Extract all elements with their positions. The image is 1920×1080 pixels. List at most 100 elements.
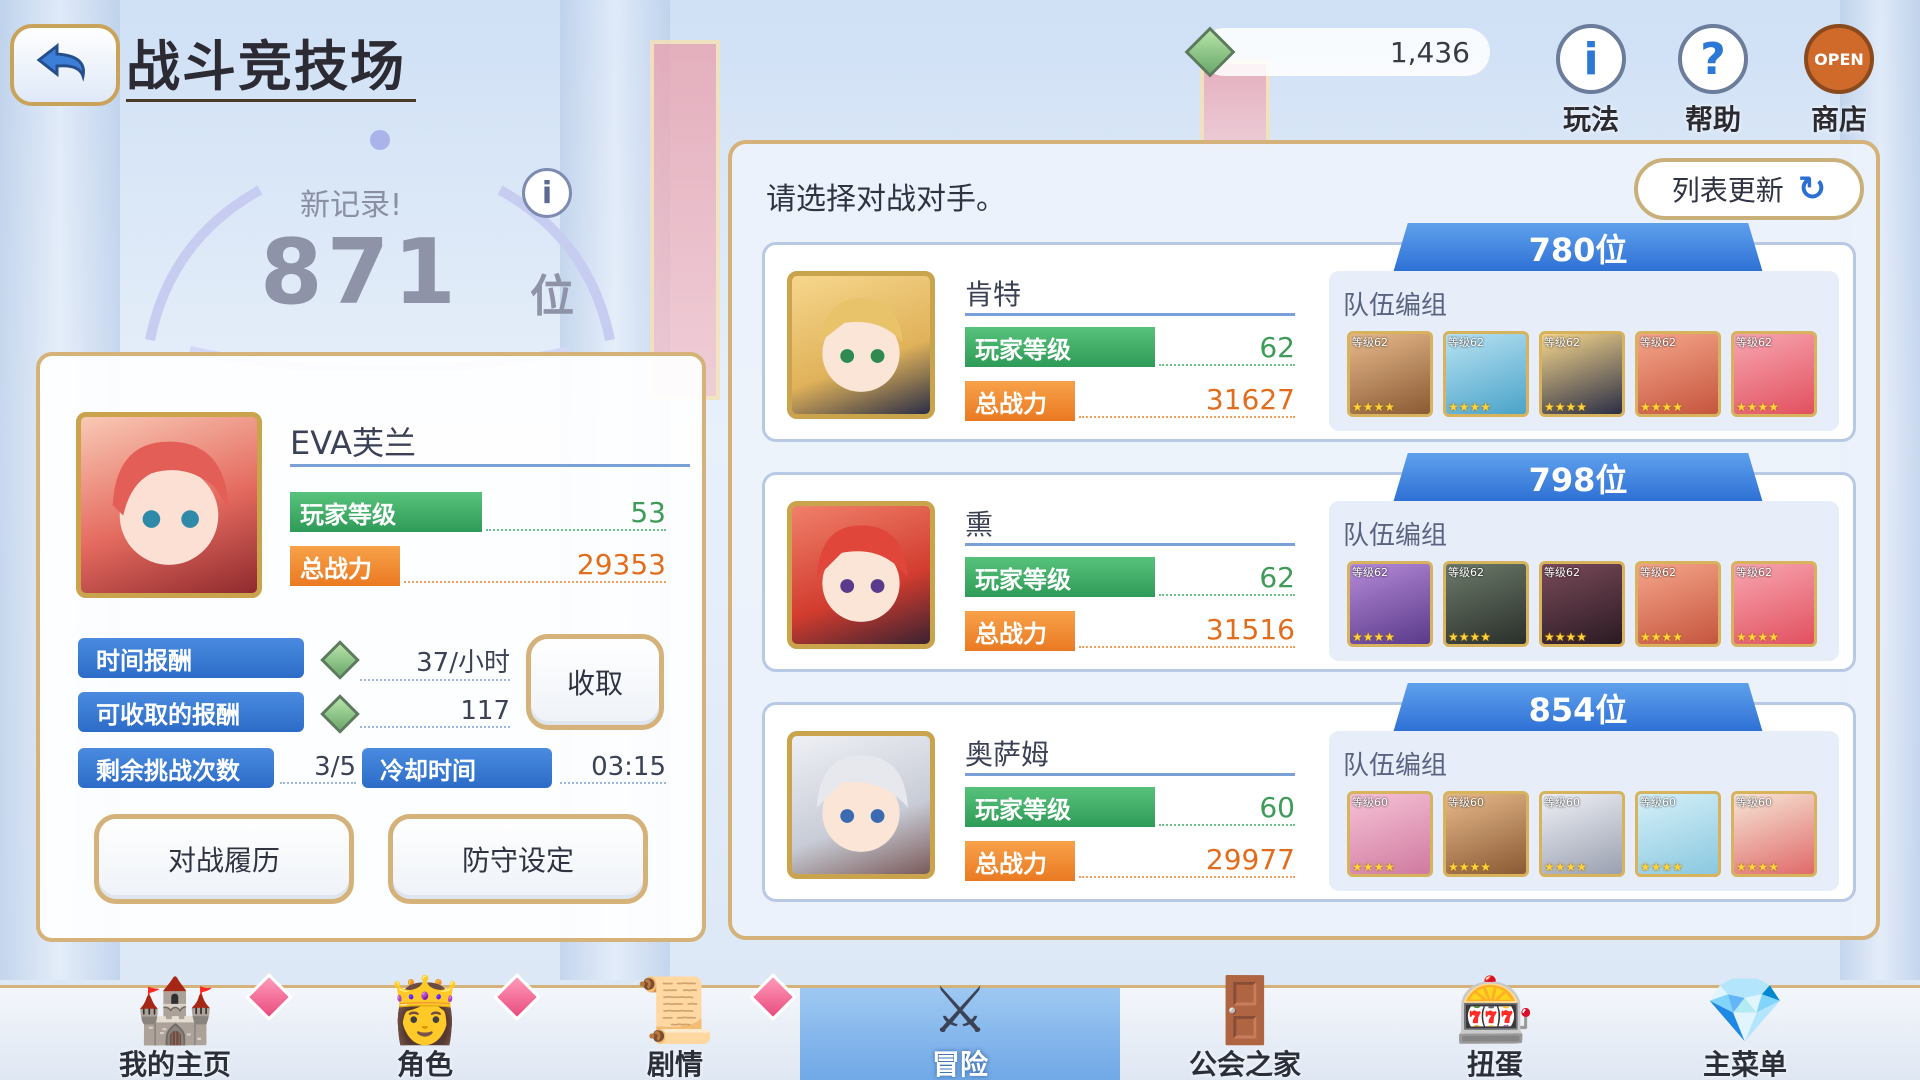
opponent-rank: 780位 (1393, 223, 1763, 273)
info-icon: i (541, 175, 553, 211)
shop-label: 商店 (1810, 103, 1867, 136)
team-box: 队伍编组 等级62 ★★★★ 等级62 ★★★★ 等级62 ★★★★ 等级62 ★★★★… (1329, 501, 1839, 661)
battle-history-button[interactable]: 对战履历 (94, 814, 354, 904)
team-label: 队伍编组 (1343, 751, 1448, 781)
team-unit: 等级60 ★★★★ (1731, 791, 1817, 877)
opponent-panel: 请选择对战对手。 列表更新 ↻ 780位 肯特 玩家等级 62 总战力 3162… (728, 140, 1880, 940)
new-record-label: 新记录! (300, 188, 403, 223)
team-unit: 等级62 ★★★★ (1539, 561, 1625, 647)
opponent-power-value: 29977 (1079, 843, 1295, 878)
team-box: 队伍编组 等级62 ★★★★ 等级62 ★★★★ 等级62 ★★★★ 等级62 ★★★★… (1329, 271, 1839, 431)
opponent-power-label: 总战力 (965, 381, 1075, 421)
player-panel: EVA芙兰 玩家等级 53 总战力 29353 时间报酬 37/小时 可收取的报… (36, 352, 706, 942)
team-unit: 等级60 ★★★★ (1539, 791, 1625, 877)
team-unit: 等级62 ★★★★ (1731, 331, 1817, 417)
opponent-card[interactable]: 780位 肯特 玩家等级 62 总战力 31627 队伍编组 等级62 ★★★★ … (762, 223, 1856, 442)
opponent-power-value: 31516 (1079, 613, 1295, 648)
refresh-label: 列表更新 (1671, 174, 1784, 207)
refresh-list-button[interactable]: 列表更新 ↻ (1634, 158, 1864, 220)
currency-value: 1,436 (1389, 35, 1470, 69)
opponent-name: 肯特 (965, 273, 1295, 316)
opponent-rank: 798位 (1393, 453, 1763, 503)
player-avatar-art (112, 441, 229, 565)
opponent-avatar (787, 501, 935, 649)
currency-display: 1,436 (1184, 26, 1490, 78)
opponent-avatar-art (816, 755, 908, 852)
record-info-button[interactable]: i (522, 168, 572, 218)
team-unit: 等级62 ★★★★ (1443, 331, 1529, 417)
opponent-level-value: 62 (1159, 331, 1295, 366)
player-name: EVA芙兰 (290, 418, 690, 467)
team-unit: 等级60 ★★★★ (1347, 791, 1433, 877)
nav-guild-house[interactable]: 🚪 公会之家 (1120, 979, 1370, 1080)
team-unit: 等级60 ★★★★ (1635, 791, 1721, 877)
player-avatar (76, 412, 262, 598)
collect-button[interactable]: 收取 (526, 634, 664, 730)
character-icon: 👸 (385, 974, 465, 1048)
collectable-reward-label: 可收取的报酬 (78, 692, 304, 732)
nav-story-label: 剧情 (646, 1048, 703, 1080)
opponent-avatar-art (819, 298, 903, 392)
nav-main-menu-label: 主菜单 (1702, 1048, 1787, 1080)
opponent-power-value: 31627 (1079, 383, 1295, 418)
team-unit: 等级62 ★★★★ (1635, 561, 1721, 647)
cooldown-label: 冷却时间 (362, 748, 552, 788)
opponent-level-value: 62 (1159, 561, 1295, 596)
current-rank-unit: 位 (530, 271, 574, 322)
team-unit: 等级62 ★★★★ (1731, 561, 1817, 647)
record-area: 新记录! 871 位 (110, 120, 650, 370)
opponent-level-label: 玩家等级 (965, 787, 1155, 827)
nav-adventure[interactable]: ⚔ 冒险 (800, 979, 1120, 1080)
background-banner (650, 40, 720, 400)
nav-guild-house-label: 公会之家 (1188, 1048, 1301, 1080)
player-level-label: 玩家等级 (290, 492, 482, 532)
page-title: 战斗竞技场 (126, 35, 406, 98)
info-icon: i (1556, 24, 1626, 94)
team-label: 队伍编组 (1343, 291, 1448, 321)
opponent-avatar (787, 271, 935, 419)
remaining-challenges-label: 剩余挑战次数 (78, 748, 274, 788)
cooldown-value: 03:15 (560, 752, 666, 784)
opponent-rank: 854位 (1393, 683, 1763, 733)
opponent-avatar-art (816, 525, 908, 622)
rules-label: 玩法 (1562, 103, 1619, 136)
team-label: 队伍编组 (1343, 521, 1448, 551)
team-unit: 等级62 ★★★★ (1347, 331, 1433, 417)
remaining-challenges-value: 3/5 (280, 752, 356, 784)
nav-gacha[interactable]: 🎰 扭蛋 (1370, 979, 1620, 1080)
help-label: 帮助 (1684, 103, 1741, 136)
nav-my-home-label: 我的主页 (118, 1048, 231, 1080)
nav-main-menu[interactable]: 💎 主菜单 (1620, 979, 1870, 1080)
shop-icon: OPEN (1804, 24, 1874, 94)
gem-icon (320, 640, 360, 680)
team-unit: 等级62 ★★★★ (1539, 331, 1625, 417)
opponent-card[interactable]: 854位 奥萨姆 玩家等级 60 总战力 29977 队伍编组 等级60 ★★★★… (762, 683, 1856, 902)
help-button[interactable]: ? 帮助 (1668, 24, 1758, 136)
crystal-icon: 💎 (1705, 974, 1785, 1048)
opponent-level-value: 60 (1159, 791, 1295, 826)
defense-setup-button[interactable]: 防守设定 (388, 814, 648, 904)
collectable-reward-value: 117 (360, 696, 510, 728)
castle-icon: 🏰 (135, 974, 215, 1048)
scroll-icon: 📜 (635, 974, 715, 1048)
title-wrap: 战斗竞技场 (126, 22, 416, 102)
current-rank-number: 871 (260, 220, 460, 325)
opponent-level-label: 玩家等级 (965, 557, 1155, 597)
time-reward-value: 37/小时 (360, 642, 510, 681)
team-unit: 等级62 ★★★★ (1347, 561, 1433, 647)
team-unit: 等级62 ★★★★ (1635, 331, 1721, 417)
gacha-icon: 🎰 (1455, 974, 1535, 1048)
opponent-power-label: 总战力 (965, 841, 1075, 881)
shop-button[interactable]: OPEN 商店 (1794, 24, 1884, 136)
back-button[interactable] (10, 24, 120, 106)
guild-door-icon: 🚪 (1205, 974, 1285, 1048)
opponent-name: 奥萨姆 (965, 733, 1295, 776)
player-power-value: 29353 (404, 548, 666, 583)
refresh-icon: ↻ (1797, 169, 1827, 209)
swords-icon: ⚔ (931, 974, 989, 1048)
nav-character-label: 角色 (396, 1048, 453, 1080)
select-opponent-prompt: 请选择对战对手。 (766, 182, 1006, 217)
gem-icon (320, 694, 360, 734)
rules-button[interactable]: i 玩法 (1546, 24, 1636, 136)
opponent-card[interactable]: 798位 熏 玩家等级 62 总战力 31516 队伍编组 等级62 ★★★★ 等… (762, 453, 1856, 672)
